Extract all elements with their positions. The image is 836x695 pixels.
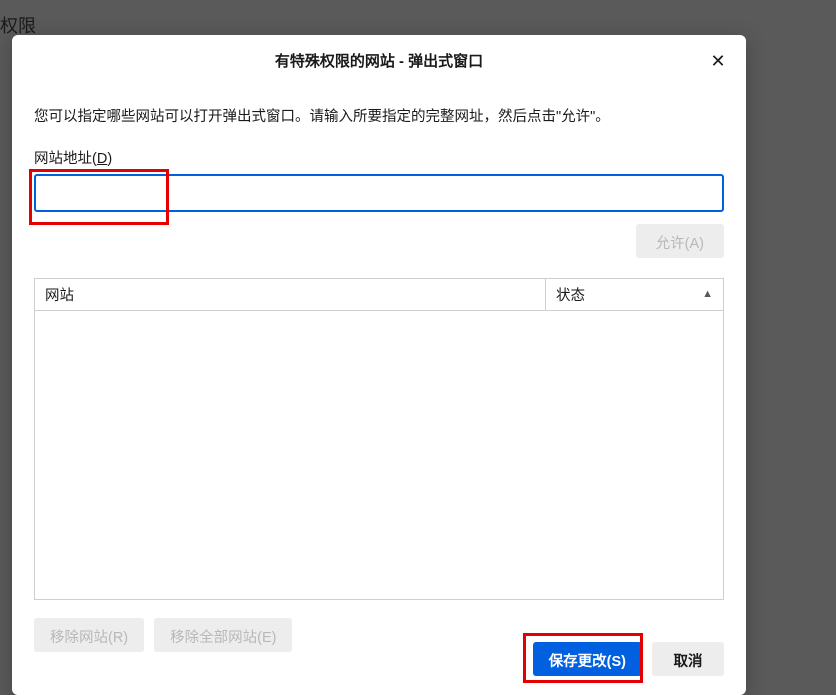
url-field-label: 网站地址(D): [34, 147, 724, 168]
close-icon: ✕: [710, 51, 725, 72]
dialog-body: 您可以指定哪些网站可以打开弹出式窗口。请输入所要指定的完整网址，然后点击"允许"…: [12, 85, 746, 695]
dialog-description: 您可以指定哪些网站可以打开弹出式窗口。请输入所要指定的完整网址，然后点击"允许"…: [34, 107, 724, 129]
sort-arrow-up-icon: ▲: [702, 288, 713, 300]
dialog-header: 有特殊权限的网站 - 弹出式窗口 ✕: [12, 35, 746, 85]
permissions-dialog: 有特殊权限的网站 - 弹出式窗口 ✕ 您可以指定哪些网站可以打开弹出式窗口。请输…: [12, 35, 746, 695]
allow-button[interactable]: 允许(A): [636, 224, 724, 258]
footer-left-buttons: 移除网站(R) 移除全部网站(E): [34, 618, 292, 652]
remove-site-button[interactable]: 移除网站(R): [34, 618, 144, 652]
table-body: [35, 311, 723, 599]
remove-all-sites-button[interactable]: 移除全部网站(E): [154, 618, 292, 652]
close-button[interactable]: ✕: [706, 49, 730, 73]
dialog-footer: 移除网站(R) 移除全部网站(E) 保存更改(S) 取消: [34, 618, 724, 676]
sites-table: 网站 状态 ▲: [34, 278, 724, 600]
dialog-title: 有特殊权限的网站 - 弹出式窗口: [275, 50, 483, 71]
url-input-wrapper: [34, 174, 724, 212]
cancel-button[interactable]: 取消: [652, 642, 724, 676]
column-header-status[interactable]: 状态 ▲: [545, 279, 723, 310]
allow-button-row: 允许(A): [34, 224, 724, 258]
url-input[interactable]: [34, 174, 724, 212]
save-changes-button[interactable]: 保存更改(S): [533, 642, 642, 676]
table-header: 网站 状态 ▲: [35, 279, 723, 311]
footer-right-buttons: 保存更改(S) 取消: [533, 642, 724, 676]
column-status-label: 状态: [556, 284, 585, 305]
column-header-website[interactable]: 网站: [35, 279, 545, 310]
